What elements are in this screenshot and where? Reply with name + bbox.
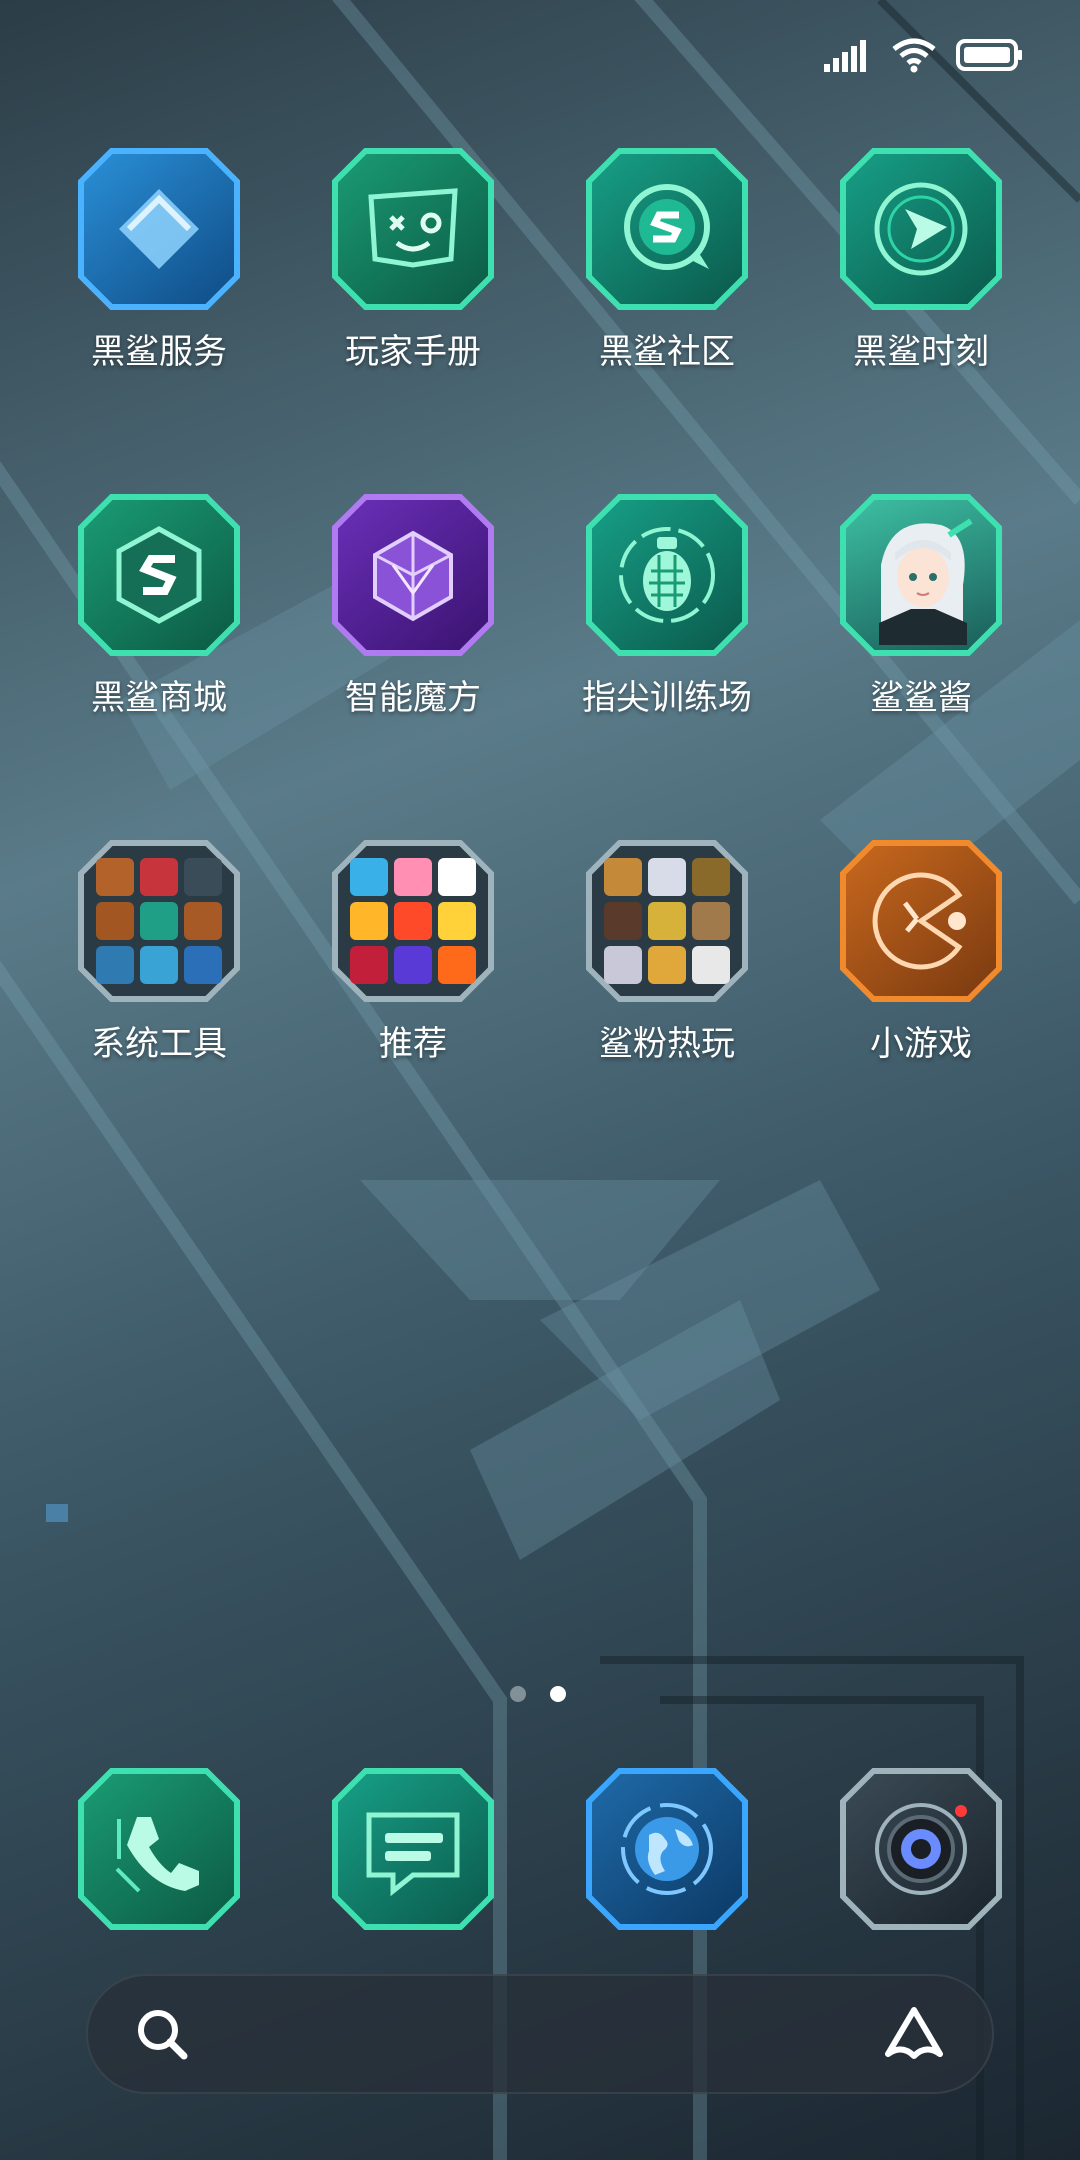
app-shasha-jiang[interactable]: 鲨鲨酱 (811, 494, 1031, 719)
app-label: 智能魔方 (345, 678, 481, 718)
handbook-face-icon (332, 148, 494, 310)
app-label: 鲨粉热玩 (599, 1024, 735, 1064)
app-label: 黑鲨商城 (91, 678, 227, 718)
assistant-icon[interactable] (882, 2004, 946, 2064)
grenade-icon (586, 494, 748, 656)
search-bar[interactable] (86, 1974, 994, 2094)
camera-lens-icon (840, 1768, 1002, 1930)
app-heisha-community[interactable]: 黑鲨社区 (557, 148, 777, 373)
search-icon[interactable] (134, 2006, 190, 2062)
folder-icon (78, 840, 240, 1002)
dock-camera[interactable] (811, 1768, 1031, 1930)
globe-icon (586, 1768, 748, 1930)
dock-phone[interactable] (49, 1768, 269, 1930)
app-label: 指尖训练场 (582, 678, 752, 718)
app-heisha-moment[interactable]: 黑鲨时刻 (811, 148, 1031, 373)
anime-avatar-icon (840, 494, 1002, 656)
page-indicator (510, 1686, 566, 1702)
page-dot[interactable] (510, 1686, 526, 1702)
folder-icon (332, 840, 494, 1002)
app-finger-training[interactable]: 指尖训练场 (557, 494, 777, 719)
folder-system-tools[interactable]: 系统工具 (49, 840, 269, 1065)
battery-icon (956, 39, 1022, 71)
signal-icon (824, 40, 866, 72)
app-label: 黑鲨社区 (599, 332, 735, 372)
pacman-clock-icon (840, 840, 1002, 1002)
dock-messages[interactable] (303, 1768, 523, 1930)
app-label: 黑鲨服务 (91, 332, 227, 372)
app-label: 小游戏 (870, 1024, 972, 1064)
app-label: 推荐 (379, 1024, 447, 1064)
app-smart-cube[interactable]: 智能魔方 (303, 494, 523, 719)
heart-diamond-icon (78, 148, 240, 310)
folder-icon (586, 840, 748, 1002)
play-ring-icon (840, 148, 1002, 310)
app-heisha-service[interactable]: 黑鲨服务 (49, 148, 269, 373)
app-mini-games[interactable]: 小游戏 (811, 840, 1031, 1065)
status-bar (824, 34, 1024, 76)
app-player-handbook[interactable]: 玩家手册 (303, 148, 523, 373)
message-icon (332, 1768, 494, 1930)
shark-s-chat-icon (586, 148, 748, 310)
folder-recommended[interactable]: 推荐 (303, 840, 523, 1065)
app-label: 黑鲨时刻 (853, 332, 989, 372)
wifi-icon (892, 38, 936, 73)
app-label: 玩家手册 (345, 332, 481, 372)
shark-s-hex-icon (78, 494, 240, 656)
page-dot-active[interactable] (550, 1686, 566, 1702)
folder-shark-fans-games[interactable]: 鲨粉热玩 (557, 840, 777, 1065)
phone-icon (78, 1768, 240, 1930)
dock-browser[interactable] (557, 1768, 777, 1930)
app-label: 系统工具 (91, 1024, 227, 1064)
app-heisha-mall[interactable]: 黑鲨商城 (49, 494, 269, 719)
app-label: 鲨鲨酱 (870, 678, 972, 718)
cube-icon (332, 494, 494, 656)
